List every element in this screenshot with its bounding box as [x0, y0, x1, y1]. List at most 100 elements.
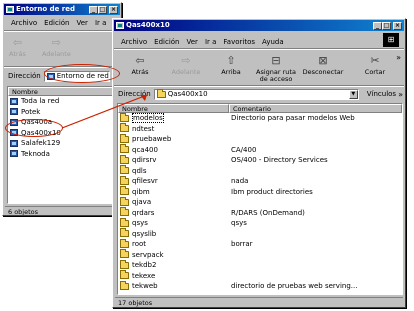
folder-name: tekweb — [132, 282, 158, 291]
menu-edicion[interactable]: Edición — [154, 38, 179, 46]
divider — [114, 85, 404, 87]
up-folder-icon: ⇧ — [226, 54, 236, 67]
close-button[interactable]: × — [393, 22, 402, 30]
list-item[interactable]: Teknoda — [8, 149, 118, 160]
folder-name: ndtest — [132, 124, 155, 133]
folder-row[interactable]: qibm Ibm product directories — [118, 186, 402, 198]
folder-row[interactable]: modelos Directorio para pasar modelos Web — [118, 112, 402, 124]
folder-row[interactable]: root borrar — [118, 238, 402, 250]
folder-icon — [156, 88, 166, 98]
folder-icon — [120, 228, 129, 238]
folder-icon — [120, 112, 129, 122]
folder-row[interactable]: tekweb directorio de pruebas web serving.… — [118, 280, 402, 292]
folder-row[interactable]: qsys qsys — [118, 217, 402, 229]
folder-row[interactable]: qdls — [118, 165, 402, 177]
list-header: Nombre Comentario — [118, 104, 402, 113]
arrow-left-icon: ⇦ — [135, 54, 145, 67]
cut-button[interactable]: ✂ Cortar — [353, 51, 397, 76]
folder-comment: Directorio para pasar modelos Web — [231, 114, 355, 123]
address-highlight — [44, 64, 120, 83]
map-drive-button[interactable]: ⊟ Asignar ruta de acceso — [251, 51, 301, 83]
folder-comment: CA/400 — [231, 145, 257, 154]
folder-name-cell: root — [118, 238, 229, 248]
folder-name: qsyslib — [132, 229, 157, 238]
arrow-right-icon: ⇨ — [51, 36, 61, 49]
map-drive-icon: ⊟ — [271, 54, 281, 67]
divider — [4, 30, 120, 32]
folder-row[interactable]: qdirsrv OS/400 - Directory Services — [118, 154, 402, 166]
list-item[interactable]: Toda la red — [8, 96, 118, 107]
folder-row[interactable]: pruebaweb — [118, 133, 402, 145]
forward-button[interactable]: ⇨ Adelante — [161, 51, 211, 76]
share-window-titlebar[interactable]: Qas400x10 _ □ × — [114, 20, 404, 31]
maximize-button[interactable]: □ — [382, 22, 391, 30]
menu-ir-a[interactable]: Ir a — [95, 19, 106, 27]
folder-row[interactable]: servpack — [118, 249, 402, 261]
column-name-header[interactable]: Nombre — [8, 87, 118, 96]
folder-row[interactable]: ndtest — [118, 123, 402, 135]
folder-icon — [120, 217, 129, 227]
menu-archivo[interactable]: Archivo — [11, 19, 37, 27]
network-window-title: Entorno de red — [16, 5, 76, 13]
entire-network-icon — [10, 97, 18, 105]
menu-favoritos[interactable]: Favoritos — [223, 38, 255, 46]
folder-name: qjava — [132, 198, 152, 207]
address-field[interactable]: Qas400x10 ▼ — [153, 88, 359, 100]
minimize-button[interactable]: _ — [373, 22, 382, 30]
status-bar: 6 objetos — [5, 206, 119, 215]
menu-archivo[interactable]: Archivo — [121, 38, 147, 46]
folder-name-cell: ndtest — [118, 123, 229, 133]
maximize-button[interactable]: □ — [98, 6, 107, 14]
menu-ver[interactable]: Ver — [77, 19, 88, 27]
address-label: Dirección — [118, 90, 151, 98]
menu-edicion[interactable]: Edición — [44, 19, 69, 27]
folder-name-cell: servpack — [118, 249, 229, 259]
menu-ir-a[interactable]: Ir a — [205, 38, 216, 46]
folder-name: qdirsrv — [132, 156, 157, 165]
windows-logo-icon: ⊞ — [383, 33, 399, 47]
folder-row[interactable]: qsyslib — [118, 228, 402, 240]
forward-button[interactable]: ⇨ Adelante — [42, 33, 71, 58]
column-comment-header[interactable]: Comentario — [229, 104, 402, 113]
up-button[interactable]: ⇧ Arriba — [211, 51, 251, 76]
folder-row[interactable]: qrdars R/DARS (OnDemand) — [118, 207, 402, 219]
folder-comment: nada — [231, 177, 249, 186]
folder-comment: qsys — [231, 219, 247, 228]
computer-icon — [10, 139, 18, 147]
folder-name: qfilesvr — [132, 177, 158, 186]
links-more-icon[interactable]: » — [398, 90, 403, 99]
column-name-header[interactable]: Nombre — [118, 104, 229, 113]
links-label[interactable]: Vínculos — [367, 90, 396, 98]
folder-icon — [120, 207, 129, 217]
network-neighborhood-icon — [6, 6, 14, 13]
menu-ayuda[interactable]: Ayuda — [262, 38, 284, 46]
list-item[interactable]: Salafek129 — [8, 138, 118, 149]
folder-row[interactable]: qca400 CA/400 — [118, 144, 402, 156]
close-button[interactable]: × — [109, 6, 118, 14]
menu-ver[interactable]: Ver — [187, 38, 198, 46]
folder-row[interactable]: tekdb2 — [118, 259, 402, 271]
disconnect-button[interactable]: ⊠ Desconectar — [301, 51, 345, 76]
network-window-titlebar[interactable]: Entorno de red _ □ × — [4, 4, 120, 15]
folder-icon — [120, 249, 129, 259]
back-button[interactable]: ⇦ Atrás — [9, 33, 26, 58]
folder-name-cell: tekweb — [118, 280, 229, 291]
toolbar-more-button[interactable]: » — [396, 53, 401, 62]
folder-name: pruebaweb — [132, 135, 172, 144]
back-button[interactable]: ⇦ Atrás — [119, 51, 161, 76]
list-item[interactable]: Potek — [8, 107, 118, 118]
folder-name: qibm — [132, 187, 150, 196]
arrow-right-icon: ⇨ — [181, 54, 191, 67]
folder-icon — [120, 280, 129, 290]
folder-row[interactable]: qjava — [118, 196, 402, 208]
folder-name-cell: qca400 — [118, 144, 229, 154]
folder-name-cell: qsyslib — [118, 228, 229, 238]
folder-row[interactable]: qfilesvr nada — [118, 175, 402, 187]
minimize-button[interactable]: _ — [89, 6, 98, 14]
share-window-title: Qas400x10 — [126, 21, 170, 29]
folder-row[interactable]: tekexe — [118, 270, 402, 282]
folder-icon — [120, 165, 129, 175]
list-header: Nombre — [8, 87, 118, 96]
folder-comment: Ibm product directories — [231, 187, 313, 196]
address-dropdown-button[interactable]: ▼ — [348, 89, 358, 99]
